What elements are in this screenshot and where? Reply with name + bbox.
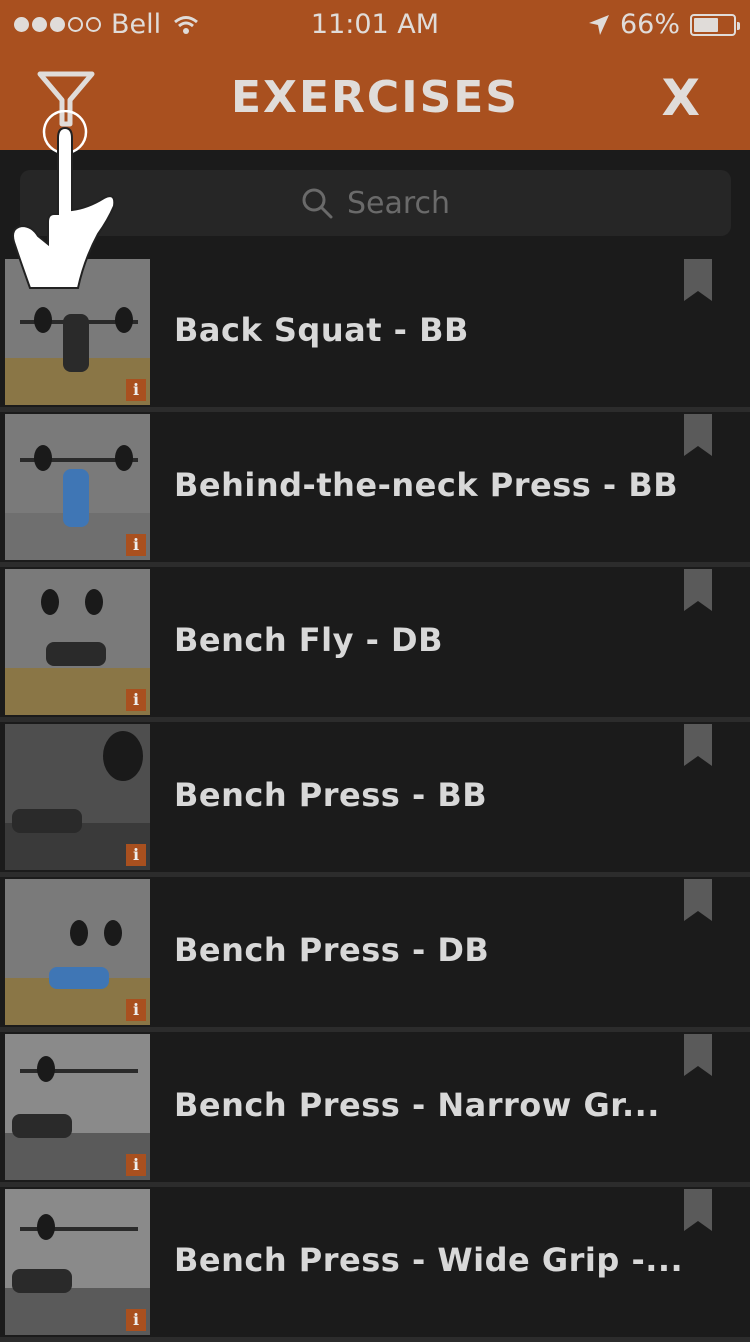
exercise-list: i Back Squat - BB i Behind-the-neck Pres… — [0, 257, 750, 1342]
exercise-name: Bench Press - Narrow Gr... — [174, 1086, 660, 1124]
exercise-name: Bench Press - BB — [174, 776, 488, 814]
exercise-thumbnail: i — [5, 724, 150, 870]
info-button[interactable]: i — [126, 844, 146, 866]
exercise-row[interactable]: i Bench Press - Narrow Gr... — [0, 1032, 750, 1187]
search-icon — [302, 188, 333, 219]
battery-icon — [690, 13, 740, 36]
exercise-thumbnail: i — [5, 1189, 150, 1335]
exercise-name: Behind-the-neck Press - BB — [174, 466, 679, 504]
close-button[interactable]: X — [661, 70, 700, 126]
bookmark-icon[interactable] — [684, 1189, 712, 1231]
exercise-thumbnail: i — [5, 1034, 150, 1180]
exercise-row[interactable]: i Bench Press - DB — [0, 877, 750, 1032]
bookmark-icon[interactable] — [684, 1034, 712, 1076]
exercise-thumbnail: i — [5, 879, 150, 1025]
search-placeholder: Search — [346, 185, 451, 221]
exercise-name: Bench Fly - DB — [174, 621, 443, 659]
info-button[interactable]: i — [126, 999, 146, 1021]
info-button[interactable]: i — [126, 689, 146, 711]
status-bar: Bell 11:01 AM 66% — [0, 0, 750, 50]
bookmark-icon[interactable] — [684, 724, 712, 766]
exercise-row[interactable]: i Behind-the-neck Press - BB — [0, 412, 750, 567]
info-button[interactable]: i — [126, 1154, 146, 1176]
search-input[interactable]: Search — [20, 170, 731, 236]
location-arrow-icon — [588, 14, 609, 35]
exercise-name: Bench Press - Wide Grip -... — [174, 1241, 684, 1279]
battery-percentage: 66% — [619, 9, 680, 40]
exercise-name: Back Squat - BB — [174, 311, 469, 349]
info-button[interactable]: i — [126, 1309, 146, 1331]
bookmark-icon[interactable] — [684, 569, 712, 611]
exercise-row[interactable]: i Bench Press - BB — [0, 722, 750, 877]
bookmark-icon[interactable] — [684, 879, 712, 921]
exercise-thumbnail: i — [5, 414, 150, 560]
bookmark-icon[interactable] — [684, 259, 712, 301]
tap-gesture-hand-icon — [12, 110, 116, 289]
exercise-row[interactable]: i Bench Press - Wide Grip -... — [0, 1187, 750, 1342]
exercise-row[interactable]: i Bench Fly - DB — [0, 567, 750, 722]
info-button[interactable]: i — [126, 534, 146, 556]
info-button[interactable]: i — [126, 379, 146, 401]
exercise-name: Bench Press - DB — [174, 931, 490, 969]
bookmark-icon[interactable] — [684, 414, 712, 456]
exercise-thumbnail: i — [5, 569, 150, 715]
